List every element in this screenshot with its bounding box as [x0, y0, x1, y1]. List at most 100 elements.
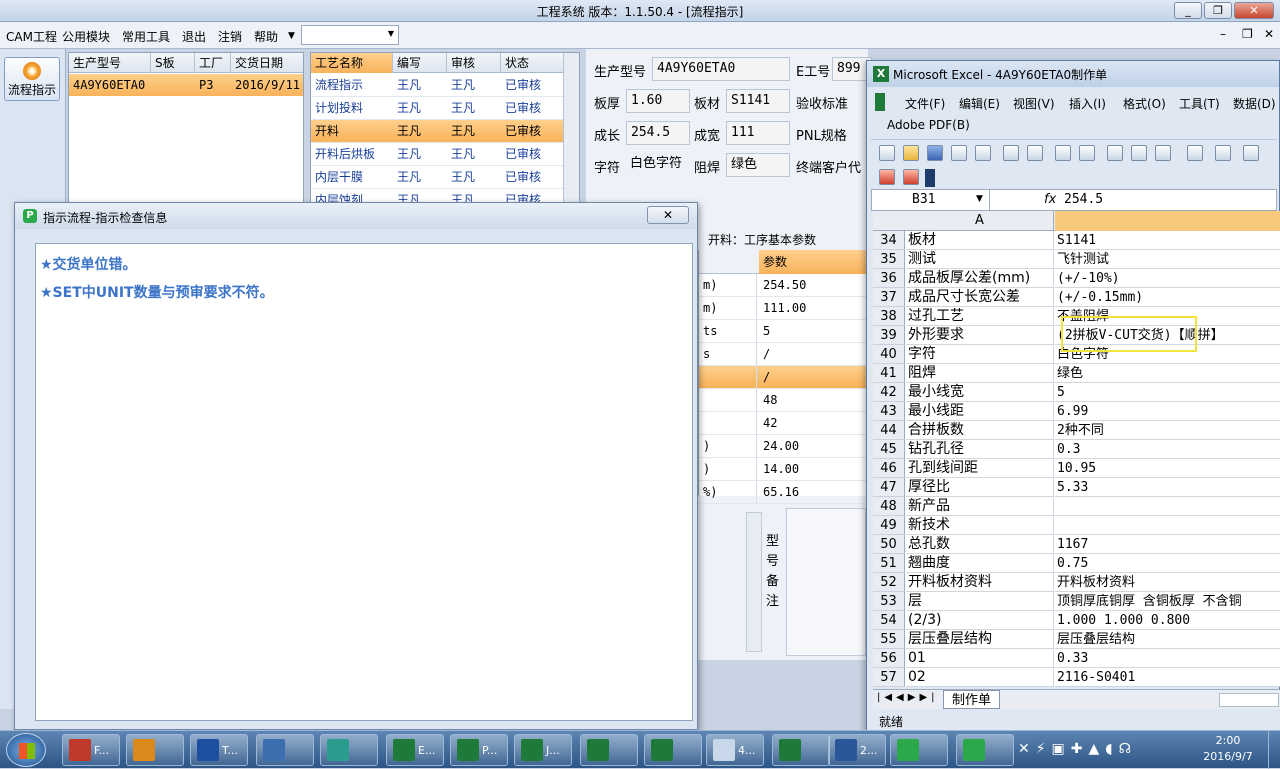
- mdi-minimize-icon[interactable]: –: [1220, 27, 1226, 41]
- taskbar-button[interactable]: 2...: [828, 734, 886, 766]
- col-header-process[interactable]: 工艺名称: [311, 53, 393, 73]
- row-number[interactable]: 36: [873, 269, 905, 288]
- cut-icon[interactable]: [1107, 145, 1123, 161]
- cell-a[interactable]: 开料板材资料: [906, 573, 1054, 592]
- param-row[interactable]: %) 65.16: [699, 481, 869, 504]
- excel-menu-edit[interactable]: 编辑(E): [959, 95, 1000, 112]
- cell-a[interactable]: 新产品: [906, 497, 1054, 516]
- row-number[interactable]: 54: [873, 611, 905, 630]
- menu-common-module[interactable]: 公用模块: [62, 28, 110, 45]
- formula-input[interactable]: 254.5: [1064, 190, 1103, 210]
- excel-menu-format[interactable]: 格式(O): [1123, 95, 1166, 112]
- cell-b[interactable]: 0.75: [1055, 554, 1280, 573]
- tray-icons[interactable]: ✕⚡▣✚▲◖☊: [1018, 741, 1137, 757]
- taskbar-button[interactable]: [956, 734, 1014, 766]
- row-number[interactable]: 44: [873, 421, 905, 440]
- cell-a[interactable]: 层压叠层结构: [906, 630, 1054, 649]
- cell-a[interactable]: 02: [906, 668, 1054, 687]
- cell-b[interactable]: 5: [1055, 383, 1280, 402]
- excel-menu-insert[interactable]: 插入(I): [1069, 95, 1106, 112]
- cell-a[interactable]: 钻孔孔径: [906, 440, 1054, 459]
- taskbar-button[interactable]: [126, 734, 184, 766]
- cell-a[interactable]: 新技术: [906, 516, 1054, 535]
- horizontal-scrollbar[interactable]: [1219, 693, 1279, 707]
- row-number[interactable]: 55: [873, 630, 905, 649]
- cell-b[interactable]: S1141: [1055, 231, 1280, 250]
- row-number[interactable]: 57: [873, 668, 905, 687]
- col-header-delivery[interactable]: 交货日期: [231, 53, 303, 73]
- cell-b[interactable]: [1055, 516, 1280, 535]
- cell-a[interactable]: 字符: [906, 345, 1054, 364]
- process-scrollbar[interactable]: [563, 53, 579, 206]
- fx-icon[interactable]: fx: [1044, 192, 1056, 207]
- toolbar-options-icon[interactable]: [925, 169, 935, 187]
- undo-icon[interactable]: [1215, 145, 1231, 161]
- row-number[interactable]: 49: [873, 516, 905, 535]
- char-field[interactable]: 白色字符: [626, 153, 690, 177]
- cell-b[interactable]: 2种不同: [1055, 421, 1280, 440]
- start-button[interactable]: [6, 733, 46, 767]
- cell-b[interactable]: 飞针测试: [1055, 250, 1280, 269]
- material-field[interactable]: S1141: [726, 89, 790, 113]
- taskbar-button[interactable]: F...: [62, 734, 120, 766]
- cell-a[interactable]: 板材: [906, 231, 1054, 250]
- name-box[interactable]: B31: [872, 190, 990, 210]
- cell-a[interactable]: 成品尺寸长宽公差: [906, 288, 1054, 307]
- param-header[interactable]: 参数: [759, 250, 869, 274]
- param-row[interactable]: 48: [699, 389, 869, 412]
- row-number[interactable]: 46: [873, 459, 905, 478]
- excel-menu-file[interactable]: 文件(F): [905, 95, 945, 112]
- cell-a[interactable]: 翘曲度: [906, 554, 1054, 573]
- cell-a[interactable]: 外形要求: [906, 326, 1054, 345]
- param-row[interactable]: /: [699, 366, 869, 389]
- cell-a[interactable]: 最小线宽: [906, 383, 1054, 402]
- cell-b[interactable]: 开料板材资料: [1055, 573, 1280, 592]
- format-painter-icon[interactable]: [1187, 145, 1203, 161]
- param-row[interactable]: 42: [699, 412, 869, 435]
- memo-field[interactable]: [786, 508, 866, 656]
- taskbar-button[interactable]: 4...: [706, 734, 764, 766]
- col-header-product[interactable]: 生产型号: [69, 53, 151, 73]
- cell-a[interactable]: 总孔数: [906, 535, 1054, 554]
- excel-menu-view[interactable]: 视图(V): [1013, 95, 1055, 112]
- print-preview-icon[interactable]: [1027, 145, 1043, 161]
- menu-help[interactable]: 帮助: [254, 28, 278, 45]
- sheet-tab[interactable]: 制作单: [943, 690, 1001, 709]
- cell-a[interactable]: 测试: [906, 250, 1054, 269]
- cell-a[interactable]: 过孔工艺: [906, 307, 1054, 326]
- taskbar-button[interactable]: [772, 734, 830, 766]
- clock[interactable]: 2:00 2016/9/7: [1196, 733, 1260, 765]
- cell-a[interactable]: 层: [906, 592, 1054, 611]
- excel-menu-adobe[interactable]: Adobe PDF(B): [887, 118, 970, 132]
- cell-a[interactable]: 01: [906, 649, 1054, 668]
- row-number[interactable]: 56: [873, 649, 905, 668]
- cell-b[interactable]: 顶铜厚底铜厚 含铜板厚 不含铜: [1055, 592, 1280, 611]
- cell-b[interactable]: (+/-0.15mm): [1055, 288, 1280, 307]
- excel-menu-data[interactable]: 数据(D): [1233, 95, 1276, 112]
- param-row[interactable]: ) 24.00: [699, 435, 869, 458]
- cell-b[interactable]: (+/-10%): [1055, 269, 1280, 288]
- product-field[interactable]: 4A9Y60ETA0: [652, 57, 790, 81]
- table-row[interactable]: 流程指示 王凡 王凡 已审核: [311, 74, 563, 97]
- cell-a[interactable]: (2/3): [906, 611, 1054, 630]
- row-number[interactable]: 41: [873, 364, 905, 383]
- menu-cam[interactable]: CAM工程: [6, 28, 57, 45]
- open-icon[interactable]: [903, 145, 919, 161]
- menu-exit[interactable]: 退出: [182, 28, 206, 45]
- cell-a[interactable]: 最小线距: [906, 402, 1054, 421]
- col-b-header[interactable]: [1055, 211, 1280, 231]
- col-header-author[interactable]: 编写: [393, 53, 447, 73]
- menu-logout[interactable]: 注销: [218, 28, 242, 45]
- cell-b[interactable]: 5.33: [1055, 478, 1280, 497]
- row-number[interactable]: 34: [873, 231, 905, 250]
- table-row[interactable]: 开料后烘板 王凡 王凡 已审核: [311, 143, 563, 166]
- taskbar-button[interactable]: [320, 734, 378, 766]
- param-row[interactable]: ts 5: [699, 320, 869, 343]
- close-button[interactable]: ✕: [1234, 2, 1274, 19]
- row-number[interactable]: 51: [873, 554, 905, 573]
- pdf-create-icon[interactable]: [879, 169, 895, 185]
- cell-b[interactable]: 1.000 1.000 0.800: [1055, 611, 1280, 630]
- width-field[interactable]: 111: [726, 121, 790, 145]
- cell-b[interactable]: 6.99: [1055, 402, 1280, 421]
- row-number[interactable]: 42: [873, 383, 905, 402]
